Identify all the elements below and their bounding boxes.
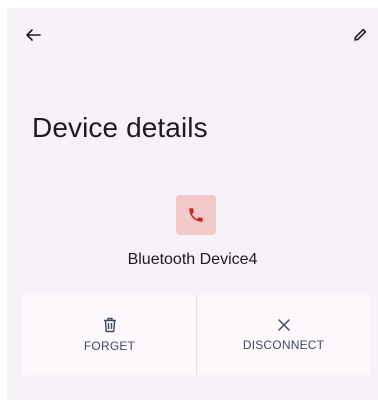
device-icon-container	[176, 195, 216, 235]
device-details-screen: Device details Bluetooth Device4 FORGET	[7, 8, 378, 400]
edit-button[interactable]	[348, 23, 372, 47]
back-button[interactable]	[21, 23, 45, 47]
top-app-bar	[7, 8, 378, 58]
device-name: Bluetooth Device4	[127, 251, 258, 268]
forget-label: FORGET	[83, 339, 136, 353]
phone-icon	[187, 206, 205, 224]
device-actions: FORGET DISCONNECT	[23, 295, 370, 375]
disconnect-label: DISCONNECT	[242, 338, 325, 352]
pencil-icon	[352, 27, 368, 43]
forget-button[interactable]: FORGET	[23, 295, 196, 375]
disconnect-button[interactable]: DISCONNECT	[196, 295, 370, 375]
close-icon	[277, 318, 291, 332]
arrow-back-icon	[25, 27, 41, 43]
trash-icon	[103, 317, 117, 333]
page-title: Device details	[32, 112, 208, 143]
